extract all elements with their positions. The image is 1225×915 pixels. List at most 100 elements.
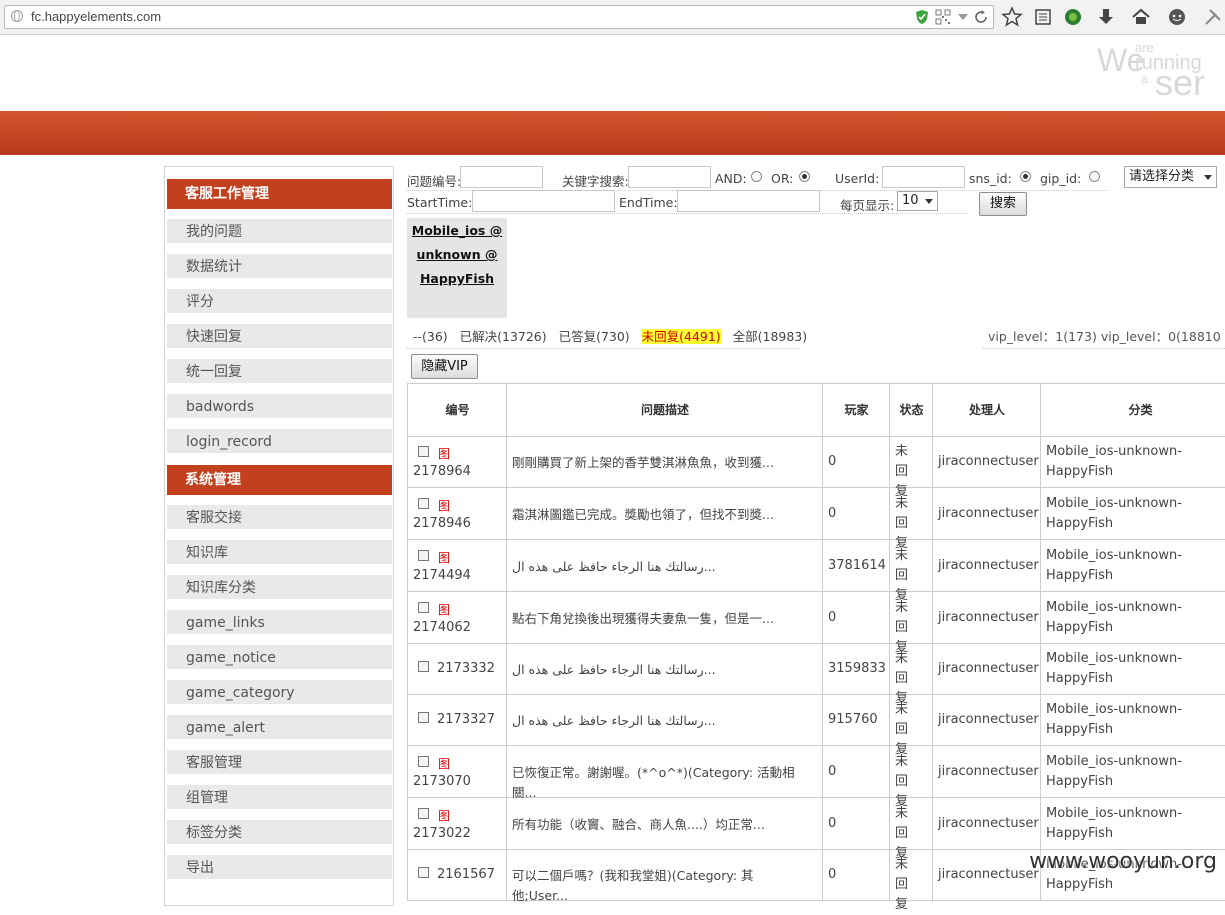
sidebar-item-my-issues[interactable]: 我的问题 — [167, 219, 392, 243]
sidebar-item-group-management[interactable]: 组管理 — [167, 785, 392, 809]
sidebar-item-game-category[interactable]: game_category — [167, 680, 392, 704]
gip-id-radio[interactable] — [1089, 171, 1100, 182]
table-row[interactable]: 图 2173070 已恢復正常。謝謝喔。(*^o^*)(Category: 活動… — [407, 746, 1225, 809]
row-player: 3159833 — [828, 661, 886, 676]
sidebar-item-quick-reply[interactable]: 快速回复 — [167, 324, 392, 348]
sidebar-item-badwords[interactable]: badwords — [167, 394, 392, 418]
row-description[interactable]: 霜淇淋圖鑑已完成。獎勵也領了，但找不到獎... — [512, 505, 802, 525]
sidebar-item-bulk-reply[interactable]: 统一回复 — [167, 359, 392, 383]
table-row[interactable]: 2173327 رسالتك هنا الرجاء حافظ على هذه ا… — [407, 694, 1225, 757]
row-checkbox[interactable] — [418, 446, 429, 457]
userid-input[interactable] — [882, 166, 965, 188]
reading-list-icon[interactable] — [1032, 6, 1054, 28]
sidebar-item-game-alert[interactable]: game_alert — [167, 715, 392, 739]
row-description[interactable]: 所有功能（收竇、融合、商人魚....）均正常... — [512, 815, 802, 835]
row-handler: jiraconnectuser — [938, 816, 1039, 831]
image-attachment-icon[interactable]: 图 — [438, 549, 450, 566]
row-description[interactable]: رسالتك هنا الرجاء حافظ على هذه ال... — [512, 711, 802, 731]
status-dash[interactable]: --(36) — [413, 329, 448, 344]
image-attachment-icon[interactable]: 图 — [438, 755, 450, 772]
table-row[interactable]: 图 2174494 رسالتك هنا الرجاء حافظ على هذه… — [407, 540, 1225, 603]
row-checkbox[interactable] — [418, 756, 429, 767]
dropdown-arrow-icon[interactable] — [955, 9, 971, 25]
row-description[interactable]: 已恢復正常。謝謝喔。(*^o^*)(Category: 活動相關... — [512, 763, 802, 803]
row-handler: jiraconnectuser — [938, 558, 1039, 573]
sns-id-radio[interactable] — [1020, 171, 1031, 182]
category-select[interactable]: 请选择分类 — [1124, 166, 1217, 188]
hide-vip-button[interactable]: 隐藏VIP — [411, 354, 478, 379]
status-resolved[interactable]: 已解决(13726) — [460, 329, 547, 344]
vip-filters[interactable]: vip_level：1(173) vip_level：0(18810 — [988, 326, 1221, 345]
status-answered[interactable]: 已答复(730) — [559, 329, 630, 344]
sidebar-item-statistics[interactable]: 数据统计 — [167, 254, 392, 278]
category-filter-box[interactable]: Mobile_ios @ unknown @ HappyFish — [407, 218, 507, 318]
url-text[interactable]: fc.happyelements.com — [31, 9, 161, 24]
end-time-input[interactable] — [677, 190, 820, 212]
row-description[interactable]: 剛剛購買了新上架的香芋雙淇淋魚魚，收到獲... — [512, 453, 802, 473]
bookmark-star-icon[interactable] — [1001, 6, 1023, 28]
row-checkbox[interactable] — [418, 498, 429, 509]
sidebar-item-game-links[interactable]: game_links — [167, 610, 392, 634]
row-checkbox[interactable] — [418, 661, 429, 672]
cell-id: 图 2174062 — [407, 592, 507, 643]
sidebar-item-rating[interactable]: 评分 — [167, 289, 392, 313]
tools-icon[interactable] — [1202, 6, 1224, 28]
row-checkbox[interactable] — [418, 550, 429, 561]
sidebar-item-staff-management[interactable]: 客服管理 — [167, 750, 392, 774]
cell-description: رسالتك هنا الرجاء حافظ على هذه ال... — [506, 643, 823, 694]
table-row[interactable]: 图 2178946 霜淇淋圖鑑已完成。獎勵也領了，但找不到獎... 0 未回复 … — [407, 488, 1225, 551]
sidebar-item-export[interactable]: 导出 — [167, 855, 392, 879]
cell-id: 图 2178946 — [407, 488, 507, 539]
row-description[interactable]: رسالتك هنا الرجاء حافظ على هذه ال... — [512, 660, 802, 680]
qr-code-icon[interactable] — [935, 9, 951, 25]
search-button[interactable]: 搜索 — [979, 192, 1027, 216]
reload-icon[interactable] — [973, 9, 989, 25]
keyword-input[interactable] — [628, 166, 711, 188]
sidebar-item-tag-category[interactable]: 标签分类 — [167, 820, 392, 844]
image-attachment-icon[interactable]: 图 — [438, 807, 450, 824]
row-checkbox[interactable] — [418, 867, 429, 878]
issue-no-label: 问题编号: — [407, 174, 462, 189]
row-checkbox[interactable] — [418, 808, 429, 819]
table-row[interactable]: 图 2173022 所有功能（收竇、融合、商人魚....）均正常... 0 未回… — [407, 798, 1225, 861]
category-line-1[interactable]: Mobile_ios @ — [407, 219, 507, 243]
issue-no-input[interactable] — [460, 166, 543, 188]
status-unreplied[interactable]: 未回复(4491) — [641, 329, 721, 344]
brand-logo: We are running a ser — [1095, 38, 1225, 104]
sidebar-item-handover[interactable]: 客服交接 — [167, 505, 392, 529]
table-row[interactable]: 2173332 رسالتك هنا الرجاء حافظ على هذه ا… — [407, 643, 1225, 706]
image-attachment-icon[interactable]: 图 — [438, 445, 450, 462]
row-id: 2178964 — [413, 464, 471, 479]
image-attachment-icon[interactable]: 图 — [438, 601, 450, 618]
category-line-3[interactable]: HappyFish — [407, 267, 507, 291]
chat-icon[interactable] — [1166, 6, 1188, 28]
and-radio[interactable] — [751, 171, 762, 182]
row-checkbox[interactable] — [418, 712, 429, 723]
sidebar-section-system[interactable]: 系统管理 — [167, 465, 392, 495]
start-time-input[interactable] — [472, 190, 615, 212]
sidebar-item-login-record[interactable]: login_record — [167, 429, 392, 453]
sidebar-item-game-notice[interactable]: game_notice — [167, 645, 392, 669]
row-description[interactable]: 可以二個戶嗎？(我和我堂姐)(Category: 其他;User... — [512, 866, 802, 906]
sidebar-item-knowledge-base[interactable]: 知识库 — [167, 540, 392, 564]
status-all[interactable]: 全部(18983) — [733, 329, 808, 344]
cell-handler: jiraconnectuser — [932, 643, 1041, 694]
table-row[interactable]: 图 2178964 剛剛購買了新上架的香芋雙淇淋魚魚，收到獲... 0 未回复 … — [407, 436, 1225, 499]
addon-shield-icon[interactable] — [1062, 6, 1084, 28]
sidebar-section-service[interactable]: 客服工作管理 — [167, 179, 392, 209]
category-line-2[interactable]: unknown @ — [407, 243, 507, 267]
per-page-select[interactable]: 10 — [897, 191, 938, 211]
or-radio[interactable] — [799, 171, 810, 182]
sidebar-item-kb-category[interactable]: 知识库分类 — [167, 575, 392, 599]
row-description[interactable]: 點右下角兌換後出現獲得夫妻魚一隻，但是一... — [512, 609, 802, 629]
home-icon[interactable] — [1130, 6, 1152, 28]
row-description[interactable]: رسالتك هنا الرجاء حافظ على هذه ال... — [512, 557, 802, 577]
image-attachment-icon[interactable]: 图 — [438, 497, 450, 514]
download-icon[interactable] — [1095, 6, 1117, 28]
table-row[interactable]: 图 2174062 點右下角兌換後出現獲得夫妻魚一隻，但是一... 0 未回复 … — [407, 592, 1225, 655]
header-player: 玩家 — [822, 384, 890, 436]
row-category-line1: Mobile_ios-unknown- — [1046, 806, 1182, 821]
row-checkbox[interactable] — [418, 602, 429, 613]
address-bar[interactable]: fc.happyelements.com — [4, 5, 994, 29]
shield-icon[interactable] — [914, 9, 930, 25]
